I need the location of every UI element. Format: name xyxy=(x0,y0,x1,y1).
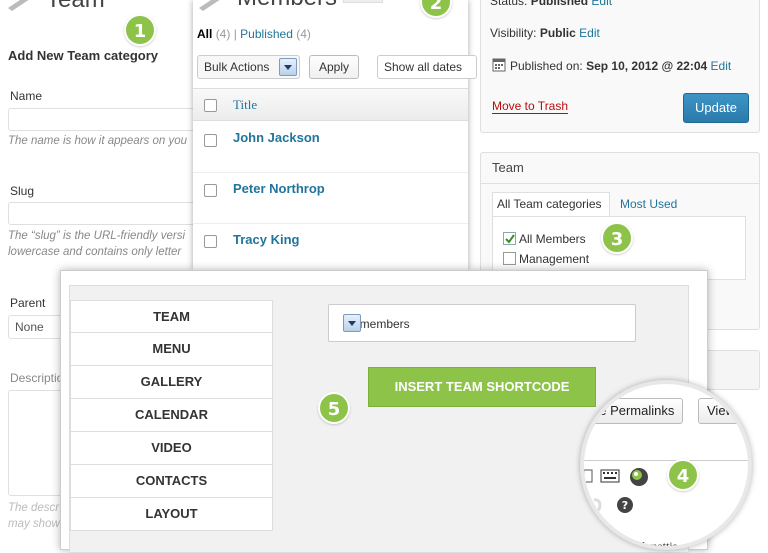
description-label: Descriptio xyxy=(10,371,64,385)
nav-item-gallery[interactable]: GALLERY xyxy=(70,366,273,399)
members-list-panel: Members All (4) | Published (4) Bulk Act… xyxy=(193,0,477,270)
bulk-actions-select[interactable]: Bulk Actions xyxy=(197,55,300,79)
table-row: Tracy King xyxy=(193,224,468,275)
divider xyxy=(584,460,748,461)
member-name-link[interactable]: Tracy King xyxy=(233,232,299,247)
filter-published[interactable]: Published xyxy=(240,27,293,41)
insert-shortcode-button[interactable]: INSERT TEAM SHORTCODE xyxy=(368,367,596,407)
change-permalinks-button[interactable]: ge Permalinks xyxy=(584,398,684,424)
member-name-link[interactable]: Peter Northrop xyxy=(233,181,325,196)
status-filters: All (4) | Published (4) xyxy=(197,27,311,41)
visibility-edit-link[interactable]: Edit xyxy=(579,26,600,40)
page-title: Team xyxy=(46,0,105,14)
team-shortcode-icon[interactable] xyxy=(628,466,650,488)
status-value: Published xyxy=(530,0,589,8)
chevron-down-icon xyxy=(343,314,361,332)
move-to-trash-link[interactable]: Move to Trash xyxy=(492,99,569,114)
chevron-down-icon xyxy=(279,58,297,76)
table-row: John Jackson xyxy=(193,122,468,173)
category-management: Management xyxy=(519,252,590,266)
parent-label: Parent xyxy=(10,296,46,310)
table-header: Title xyxy=(193,88,468,121)
pencil-icon xyxy=(199,0,220,11)
svg-text:?: ? xyxy=(622,499,628,512)
step-badge-3: 3 xyxy=(601,222,633,254)
magnifier-zoom: ge Permalinks View ? sum sed mattis xyxy=(580,380,752,550)
date-filter-select[interactable]: Show all dates xyxy=(377,55,477,79)
update-button[interactable]: Update xyxy=(683,93,749,123)
parent-select[interactable]: None xyxy=(8,315,68,339)
member-name-link[interactable]: John Jackson xyxy=(233,130,320,145)
page-title: Members xyxy=(237,0,337,12)
row-checkbox[interactable] xyxy=(204,235,217,248)
divider xyxy=(480,183,760,184)
form-heading: Add New Team category xyxy=(8,48,159,63)
published-row: Published on: Sep 10, 2012 @ 22:04 Edit xyxy=(510,59,731,73)
name-input[interactable] xyxy=(8,108,208,131)
step-badge-5: 5 xyxy=(318,392,350,424)
name-hint: The name is how it appears on you xyxy=(8,135,187,147)
visibility-row: Visibility: Public Edit xyxy=(490,26,600,40)
add-new-button[interactable] xyxy=(343,0,383,3)
nav-item-contacts[interactable]: CONTACTS xyxy=(70,465,273,498)
tab-all-label: All Team categories xyxy=(497,197,602,211)
nav-item-video[interactable]: VIDEO xyxy=(70,432,273,465)
faded-icon xyxy=(593,498,602,514)
step-badge-4: 4 xyxy=(667,459,699,491)
checkbox-management[interactable] xyxy=(503,252,516,265)
filter-published-count: (4) xyxy=(296,27,311,41)
members-dropdown[interactable]: All members xyxy=(328,304,636,342)
slug-label: Slug xyxy=(10,184,35,198)
slug-input[interactable] xyxy=(8,202,208,225)
nav-item-menu[interactable]: MENU xyxy=(70,333,273,366)
toolbar-icon xyxy=(584,469,593,483)
apply-button[interactable]: Apply xyxy=(309,55,359,79)
calendar-icon xyxy=(492,58,506,72)
row-checkbox[interactable] xyxy=(204,134,217,147)
published-edit-link[interactable]: Edit xyxy=(711,59,732,73)
visibility-value: Public xyxy=(539,26,576,40)
desc-hint-2: may show xyxy=(8,518,60,530)
tab-most-used[interactable]: Most Used xyxy=(620,197,677,211)
slug-hint-1: The “slug” is the URL-friendly versi xyxy=(8,230,186,242)
checkmark-icon xyxy=(505,234,515,244)
view-button[interactable]: View xyxy=(698,398,744,424)
keyboard-icon[interactable] xyxy=(600,468,620,484)
help-icon[interactable]: ? xyxy=(616,496,634,514)
slug-hint-2: lowercase and contains only letter xyxy=(8,246,182,258)
team-box-title: Team xyxy=(492,160,524,175)
published-label: Published on: xyxy=(510,59,583,73)
parent-value: None xyxy=(15,320,44,334)
status-label: Status: xyxy=(490,0,528,8)
checkbox-all-members[interactable] xyxy=(503,232,516,245)
column-title[interactable]: Title xyxy=(233,97,257,113)
status-row: Status: Published Edit xyxy=(490,0,612,8)
published-value: Sep 10, 2012 @ 22:04 xyxy=(586,59,708,73)
filter-separator: | xyxy=(233,27,237,41)
nav-item-layout[interactable]: LAYOUT xyxy=(70,498,273,531)
status-edit-link[interactable]: Edit xyxy=(591,0,612,8)
name-label: Name xyxy=(10,89,43,103)
shortcode-nav: TEAM MENU GALLERY CALENDAR VIDEO CONTACT… xyxy=(70,300,273,531)
nav-item-calendar[interactable]: CALENDAR xyxy=(70,399,273,432)
row-checkbox[interactable] xyxy=(204,184,217,197)
desc-hint-1: The descr xyxy=(8,502,60,514)
bulk-actions-label: Bulk Actions xyxy=(204,60,270,74)
step-badge-1: 1 xyxy=(124,14,156,46)
nav-item-team[interactable]: TEAM xyxy=(70,300,273,333)
select-all-checkbox[interactable] xyxy=(204,99,217,112)
pencil-icon xyxy=(8,0,29,11)
filter-all[interactable]: All xyxy=(197,27,212,41)
filter-all-count: (4) xyxy=(215,27,231,41)
table-row: Peter Northrop xyxy=(193,173,468,224)
category-all-members: All Members xyxy=(519,232,586,246)
visibility-label: Visibility: xyxy=(490,26,537,40)
